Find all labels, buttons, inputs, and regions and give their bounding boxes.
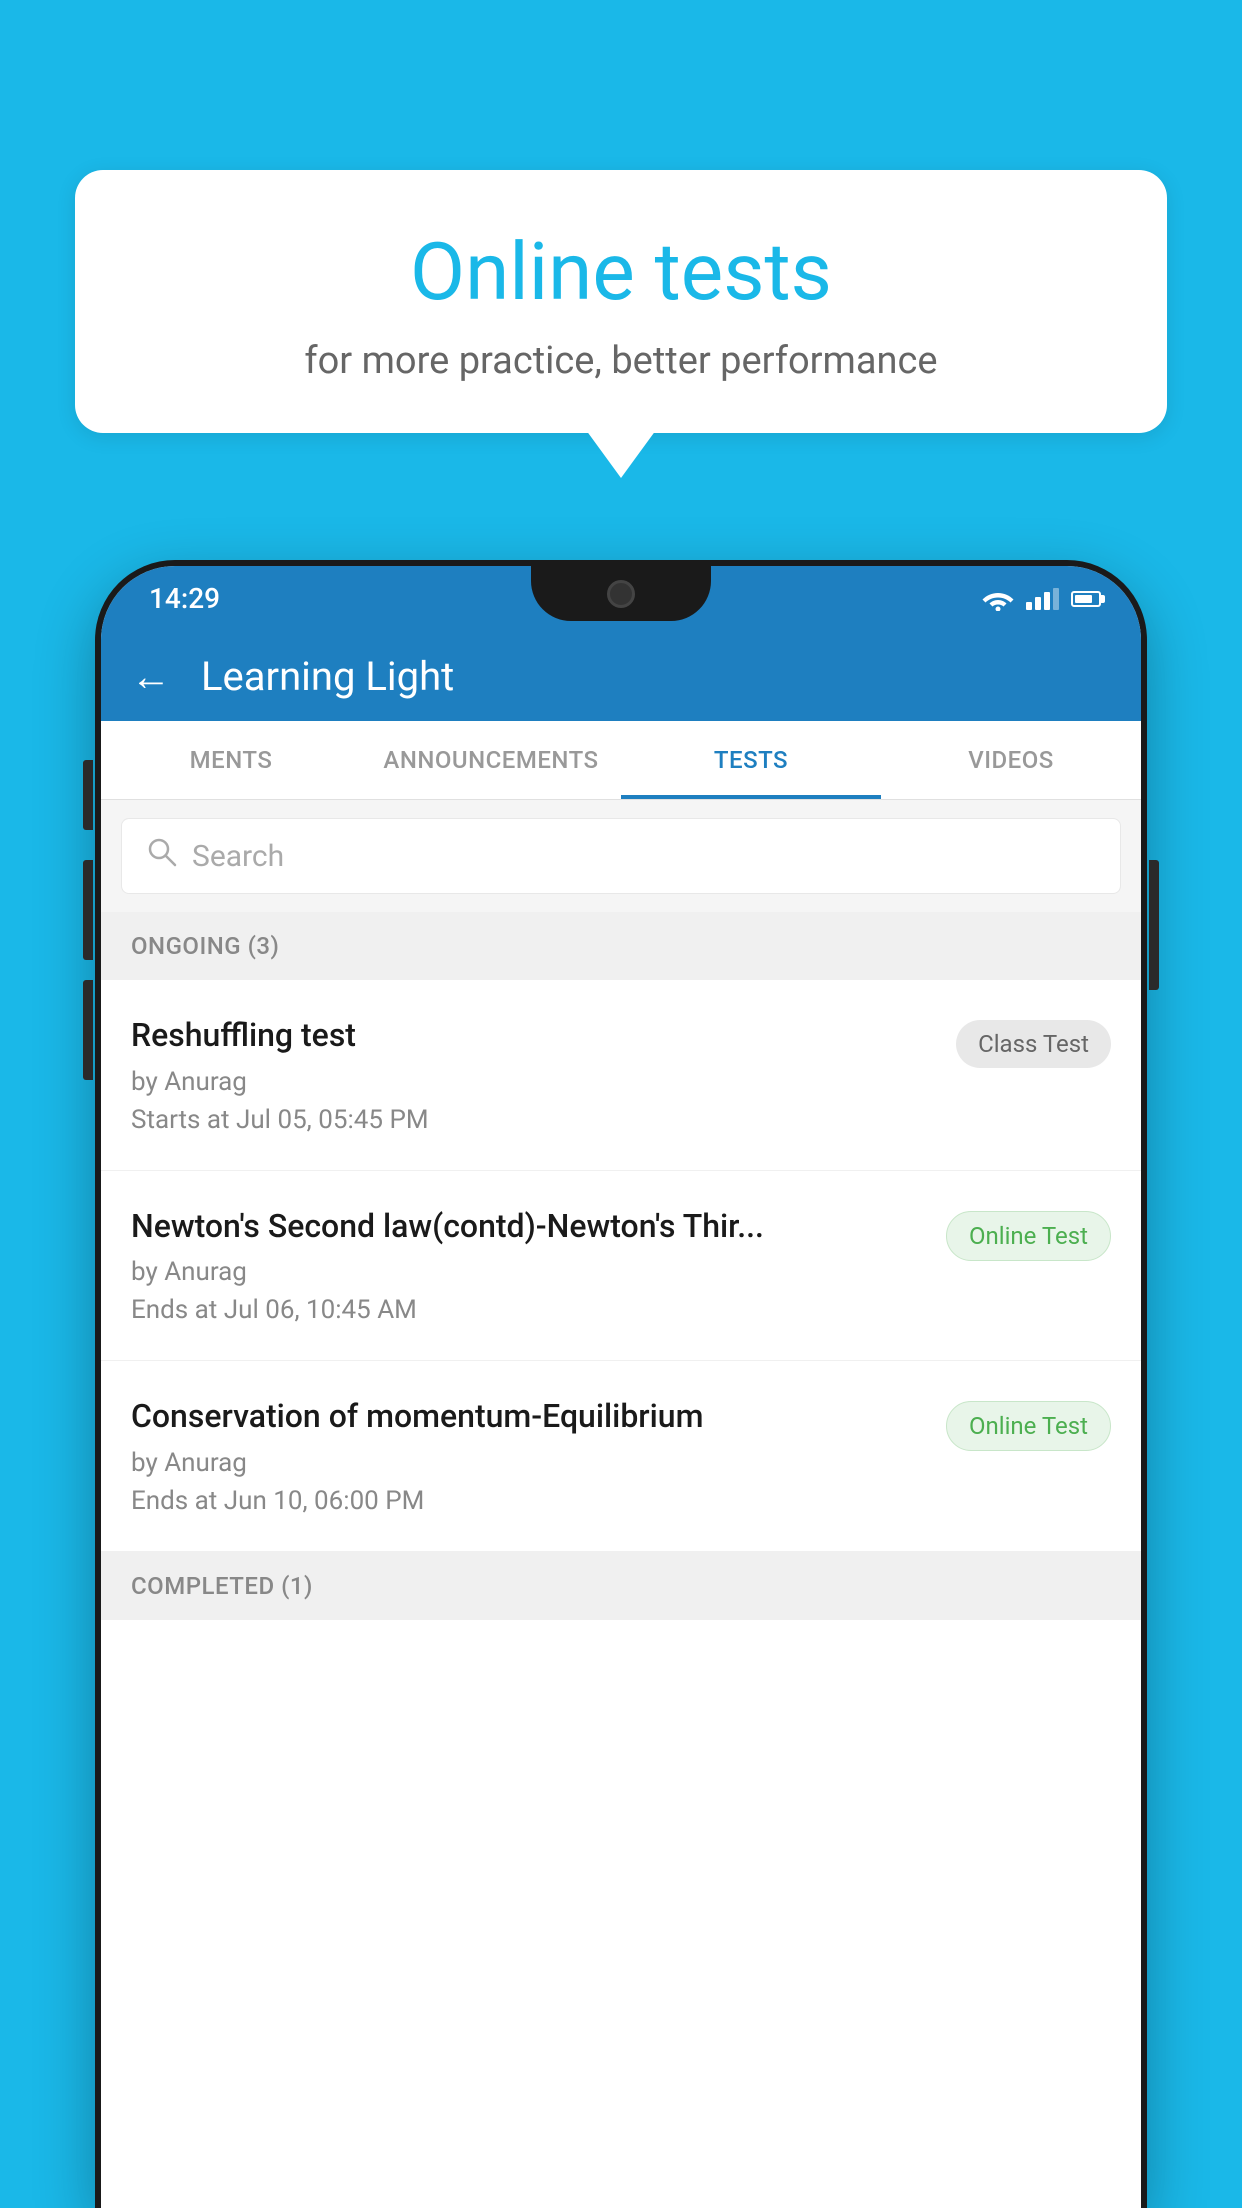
search-container: Search bbox=[101, 800, 1141, 912]
app-header: ← Learning Light bbox=[101, 631, 1141, 721]
back-button[interactable]: ← bbox=[131, 653, 171, 700]
test-name: Conservation of momentum-Equilibrium bbox=[131, 1396, 926, 1438]
test-item[interactable]: Reshuffling test by Anurag Starts at Jul… bbox=[101, 980, 1141, 1171]
signal-icon bbox=[1026, 588, 1059, 610]
phone-content: ← Learning Light MENTS ANNOUNCEMENTS TES… bbox=[101, 631, 1141, 2208]
tab-ments[interactable]: MENTS bbox=[101, 721, 361, 799]
test-info: Newton's Second law(contd)-Newton's Thir… bbox=[131, 1206, 926, 1326]
wifi-icon bbox=[982, 587, 1014, 611]
phone-camera bbox=[607, 580, 635, 608]
test-date: Ends at Jun 10, 06:00 PM bbox=[131, 1486, 926, 1516]
test-name: Reshuffling test bbox=[131, 1015, 936, 1057]
completed-section-header: COMPLETED (1) bbox=[101, 1552, 1141, 1620]
test-date: Starts at Jul 05, 05:45 PM bbox=[131, 1105, 936, 1135]
tab-tests[interactable]: TESTS bbox=[621, 721, 881, 799]
search-bar[interactable]: Search bbox=[121, 818, 1121, 894]
tab-videos[interactable]: VIDEOS bbox=[881, 721, 1141, 799]
test-info: Conservation of momentum-Equilibrium by … bbox=[131, 1396, 926, 1516]
phone-screen: 14:29 bbox=[101, 566, 1141, 2208]
speech-bubble-subtitle: for more practice, better performance bbox=[135, 339, 1107, 383]
test-author: by Anurag bbox=[131, 1448, 926, 1478]
test-name: Newton's Second law(contd)-Newton's Thir… bbox=[131, 1206, 926, 1248]
test-badge-class: Class Test bbox=[956, 1020, 1111, 1068]
phone-btn-volume-down bbox=[83, 980, 93, 1080]
test-list: Reshuffling test by Anurag Starts at Jul… bbox=[101, 980, 1141, 1552]
search-input[interactable]: Search bbox=[192, 839, 284, 874]
phone-frame: 14:29 bbox=[95, 560, 1147, 2208]
battery-icon bbox=[1071, 591, 1101, 607]
test-badge-online: Online Test bbox=[946, 1401, 1111, 1451]
tab-announcements[interactable]: ANNOUNCEMENTS bbox=[361, 721, 621, 799]
phone-btn-volume-up bbox=[83, 860, 93, 960]
test-info: Reshuffling test by Anurag Starts at Jul… bbox=[131, 1015, 936, 1135]
phone-notch bbox=[531, 566, 711, 621]
speech-bubble: Online tests for more practice, better p… bbox=[75, 170, 1167, 433]
test-date: Ends at Jul 06, 10:45 AM bbox=[131, 1295, 926, 1325]
status-icons bbox=[982, 587, 1101, 611]
test-badge-online: Online Test bbox=[946, 1211, 1111, 1261]
phone-btn-left bbox=[83, 760, 93, 830]
status-time: 14:29 bbox=[149, 582, 220, 615]
test-item[interactable]: Conservation of momentum-Equilibrium by … bbox=[101, 1361, 1141, 1552]
ongoing-section-header: ONGOING (3) bbox=[101, 912, 1141, 980]
test-author: by Anurag bbox=[131, 1257, 926, 1287]
app-title: Learning Light bbox=[201, 653, 454, 700]
test-author: by Anurag bbox=[131, 1067, 936, 1097]
test-item[interactable]: Newton's Second law(contd)-Newton's Thir… bbox=[101, 1171, 1141, 1362]
speech-bubble-title: Online tests bbox=[135, 225, 1107, 319]
phone-btn-power bbox=[1149, 860, 1159, 990]
tabs-container: MENTS ANNOUNCEMENTS TESTS VIDEOS bbox=[101, 721, 1141, 800]
search-icon bbox=[147, 837, 177, 875]
